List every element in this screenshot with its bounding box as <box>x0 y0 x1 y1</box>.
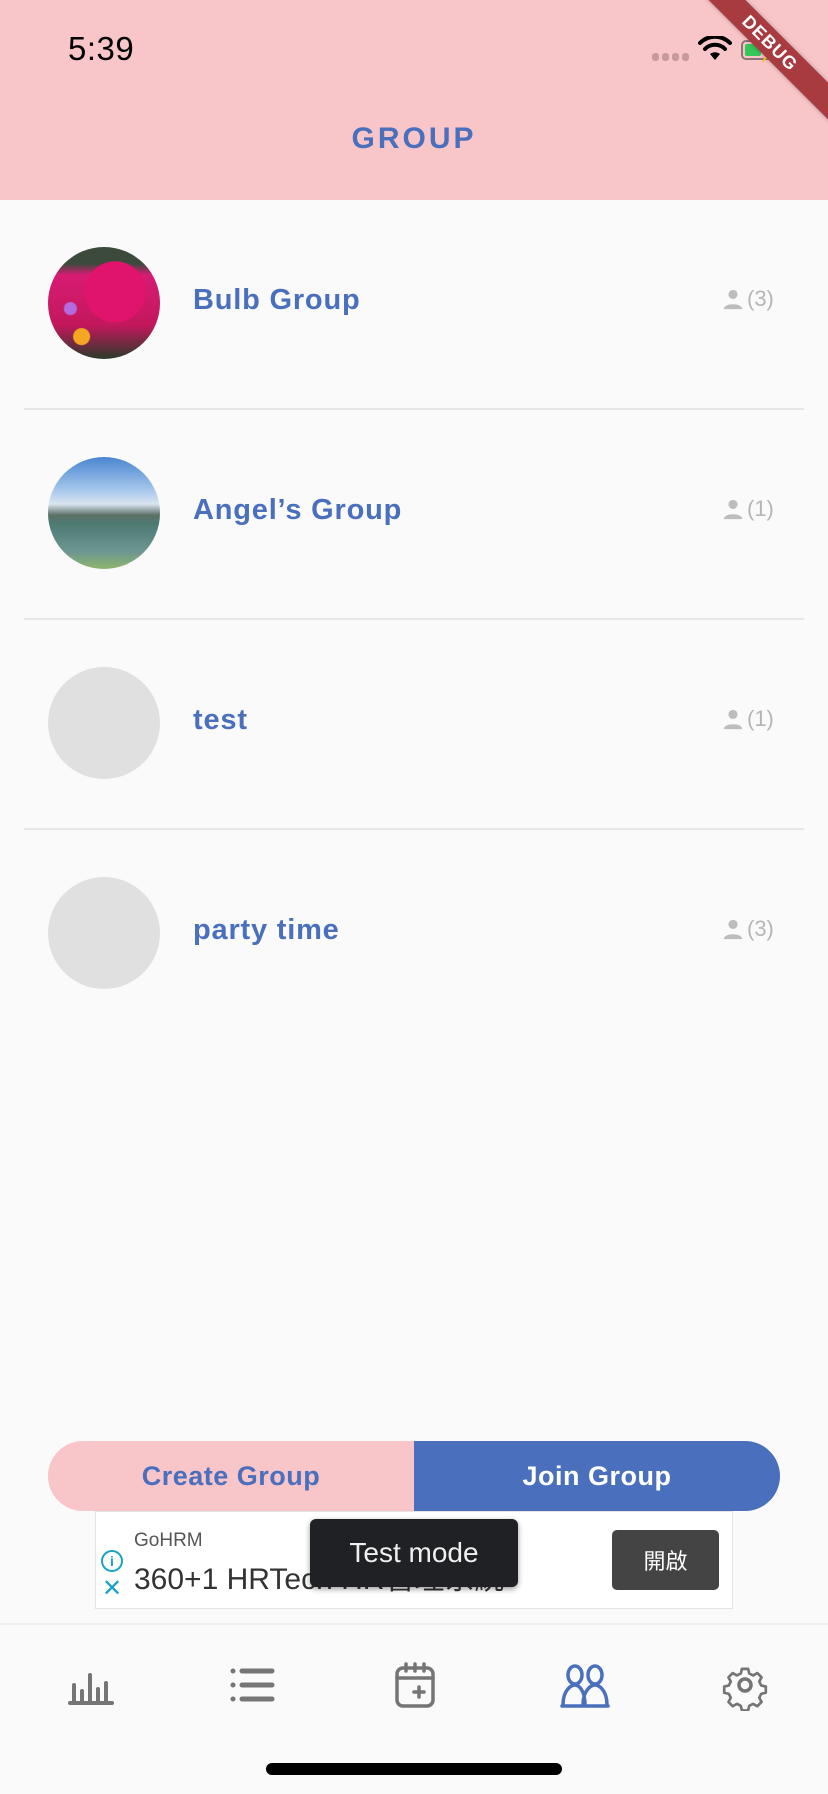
group-row[interactable]: party time (3) <box>0 830 828 1040</box>
app-header: 5:39 ⚡ GROUP DEBUG <box>0 0 828 200</box>
group-avatar <box>48 247 160 359</box>
group-avatar-placeholder <box>48 667 160 779</box>
cellular-signal-icon <box>652 53 689 61</box>
tab-settings[interactable] <box>717 1657 773 1713</box>
group-avatar <box>48 457 160 569</box>
list-icon <box>230 1668 275 1702</box>
person-icon <box>723 919 743 940</box>
group-icon <box>560 1664 610 1708</box>
status-time: 5:39 <box>68 30 135 67</box>
group-name: test <box>193 704 248 736</box>
gear-icon <box>722 1667 768 1711</box>
ad-close-icon[interactable]: ✕ <box>102 1574 122 1603</box>
member-count: (1) <box>722 496 774 522</box>
tab-calendar[interactable] <box>387 1657 443 1713</box>
group-avatar-placeholder <box>48 877 160 989</box>
group-row[interactable]: Bulb Group (3) <box>0 200 828 410</box>
member-count: (3) <box>722 916 774 942</box>
home-indicator <box>266 1763 562 1775</box>
member-count: (3) <box>722 286 774 312</box>
group-name: party time <box>193 914 340 946</box>
test-mode-toast: Test mode <box>310 1519 518 1587</box>
tab-stats[interactable] <box>62 1657 118 1713</box>
person-icon <box>723 289 743 310</box>
group-row[interactable]: Angel’s Group (1) <box>0 410 828 620</box>
member-count-text: (1) <box>747 706 774 731</box>
wifi-icon <box>698 36 732 60</box>
calendar-add-icon <box>395 1662 435 1708</box>
tab-list[interactable] <box>224 1657 280 1713</box>
create-group-button[interactable]: Create Group <box>48 1441 414 1511</box>
tab-group[interactable] <box>558 1657 614 1713</box>
member-count-text: (3) <box>747 916 774 941</box>
member-count-text: (3) <box>747 286 774 311</box>
debug-banner: DEBUG <box>675 0 828 138</box>
bar-chart-icon <box>68 1673 114 1705</box>
person-icon <box>723 499 743 520</box>
group-name: Angel’s Group <box>193 494 403 526</box>
member-count: (1) <box>722 706 774 732</box>
group-name: Bulb Group <box>193 284 361 316</box>
join-group-button[interactable]: Join Group <box>414 1441 780 1511</box>
page-title: GROUP <box>351 122 477 155</box>
group-row[interactable]: test (1) <box>0 620 828 830</box>
person-icon <box>723 709 743 730</box>
ad-open-button[interactable]: 開啟 <box>612 1530 719 1590</box>
ad-advertiser: GoHRM <box>134 1530 203 1551</box>
group-list: Bulb Group (3) Angel’s Group (1) test (1… <box>0 200 828 1040</box>
group-actions: Create Group Join Group <box>48 1441 780 1511</box>
ad-info-icon[interactable]: i <box>101 1550 123 1572</box>
member-count-text: (1) <box>747 496 774 521</box>
